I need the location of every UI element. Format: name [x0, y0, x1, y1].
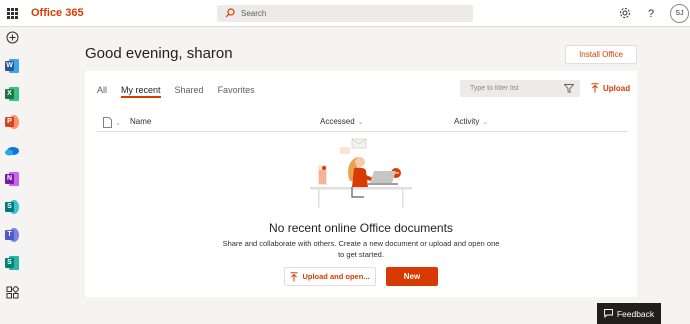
- empty-state-title: No recent online Office documents: [269, 221, 453, 235]
- tab-all[interactable]: All: [97, 84, 107, 98]
- filter-box[interactable]: [460, 80, 580, 97]
- documents-card: All My recent Shared Favorites Upload ⌄ …: [85, 71, 637, 297]
- filter-input[interactable]: [470, 83, 560, 94]
- column-name[interactable]: Name: [130, 117, 151, 126]
- top-bar: Office 365 ? SJ: [0, 0, 690, 27]
- svg-text:?: ?: [648, 8, 654, 20]
- tab-shared[interactable]: Shared: [175, 84, 204, 98]
- search-input[interactable]: [241, 7, 461, 20]
- document-tabs: All My recent Shared Favorites: [97, 84, 255, 98]
- excel-app-icon[interactable]: X: [5, 87, 19, 101]
- new-document-button[interactable]: New: [386, 267, 438, 286]
- brand-title[interactable]: Office 365: [31, 7, 84, 19]
- upload-button[interactable]: Upload: [591, 83, 630, 93]
- document-icon: [103, 117, 112, 128]
- sway-app-icon[interactable]: S: [5, 256, 19, 270]
- feedback-label: Feedback: [616, 308, 655, 319]
- file-list-header: ⌄ Name Accessed ⌄ Activity ⌄: [97, 114, 627, 132]
- filter-icon[interactable]: [564, 84, 574, 93]
- column-accessed-label: Accessed: [320, 117, 355, 126]
- file-type-column[interactable]: ⌄: [103, 117, 121, 128]
- chevron-down-icon: ⌄: [115, 119, 121, 127]
- app-launcher-icon[interactable]: [7, 8, 18, 19]
- chevron-down-icon: ⌄: [357, 118, 364, 126]
- help-icon[interactable]: ?: [644, 6, 658, 20]
- upload-arrow-icon: [290, 271, 298, 281]
- upload-arrow-icon: [591, 83, 599, 93]
- app-rail: W X P N S T S: [0, 27, 26, 324]
- upload-and-open-button[interactable]: Upload and open...: [284, 267, 376, 286]
- feedback-button[interactable]: Feedback: [597, 303, 661, 324]
- column-accessed[interactable]: Accessed ⌄: [320, 117, 364, 126]
- search-icon: [225, 8, 235, 18]
- chevron-down-icon: ⌄: [482, 118, 489, 126]
- tab-favorites[interactable]: Favorites: [218, 84, 255, 98]
- avatar[interactable]: SJ: [670, 4, 689, 23]
- search-box[interactable]: [217, 5, 473, 22]
- sharepoint-app-icon[interactable]: S: [5, 200, 19, 214]
- teams-app-icon[interactable]: T: [5, 228, 19, 242]
- all-apps-icon[interactable]: [6, 286, 19, 299]
- column-name-label: Name: [130, 117, 152, 126]
- empty-state-subtitle: Share and collaborate with others. Creat…: [222, 239, 500, 259]
- upload-label: Upload: [603, 83, 631, 93]
- chat-bubble-icon: [603, 309, 613, 318]
- greeting-heading: Good evening, sharon: [85, 45, 233, 62]
- upload-and-open-label: Upload and open...: [302, 272, 370, 281]
- install-office-button[interactable]: Install Office: [565, 45, 637, 64]
- tab-my-recent[interactable]: My recent: [121, 84, 161, 98]
- gear-icon[interactable]: [618, 6, 632, 20]
- column-activity-label: Activity: [454, 117, 480, 126]
- word-app-icon[interactable]: W: [5, 59, 19, 73]
- onenote-app-icon[interactable]: N: [5, 172, 19, 186]
- column-activity[interactable]: Activity ⌄: [454, 117, 488, 126]
- onedrive-icon[interactable]: [4, 146, 20, 156]
- powerpoint-app-icon[interactable]: P: [5, 115, 19, 129]
- create-plus-icon[interactable]: [6, 31, 19, 44]
- empty-state-illustration: [310, 138, 412, 208]
